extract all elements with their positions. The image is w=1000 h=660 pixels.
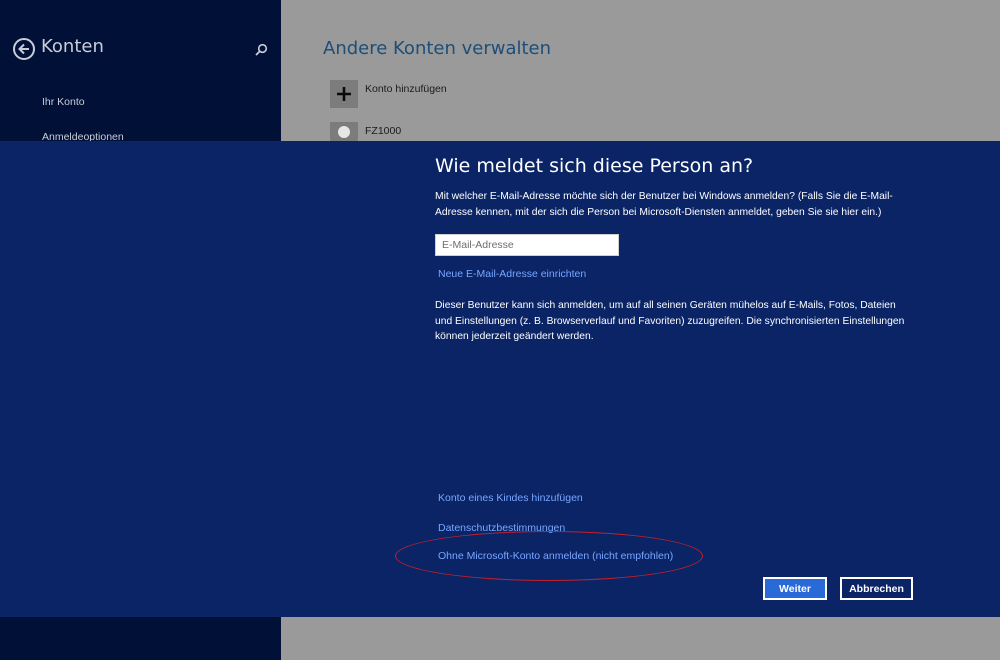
dialog-info-text: Dieser Benutzer kann sich anmelden, um a… [435,300,905,342]
sidebar-title: Konten [41,36,104,57]
cancel-button[interactable]: Abbrechen [840,577,913,600]
add-account-label[interactable]: Konto hinzufügen [365,83,447,95]
add-account-button[interactable] [330,80,358,108]
dialog-description: Mit welcher E-Mail-Adresse möchte sich d… [435,191,893,218]
user-name[interactable]: FZ1000 [365,125,401,137]
dialog-title: Wie meldet sich diese Person an? [435,155,754,177]
user-avatar-icon[interactable] [330,122,358,142]
email-input[interactable] [435,234,619,256]
local-account-link[interactable]: Ohne Microsoft-Konto anmelden (nicht emp… [438,550,673,562]
back-arrow-icon[interactable] [13,38,35,60]
new-email-link[interactable]: Neue E-Mail-Adresse einrichten [438,268,586,280]
next-button[interactable]: Weiter [763,577,827,600]
main-pane-bottom [281,617,1000,660]
plus-icon [337,87,351,101]
privacy-link[interactable]: Datenschutzbestimmungen [438,522,565,534]
page-title: Andere Konten verwalten [323,38,552,59]
search-icon[interactable] [254,42,268,56]
sidebar-item-your-account[interactable]: Ihr Konto [42,96,85,108]
add-child-account-link[interactable]: Konto eines Kindes hinzufügen [438,492,583,504]
add-user-dialog: Wie meldet sich diese Person an? Mit wel… [0,141,1000,617]
